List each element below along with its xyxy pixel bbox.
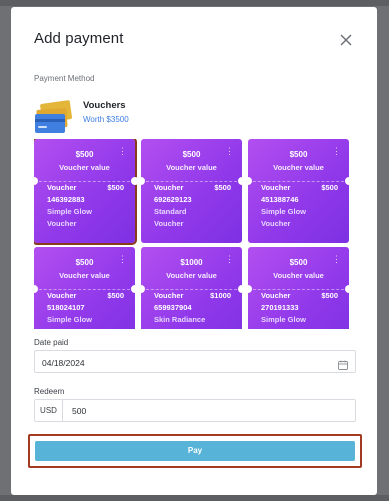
voucher-code: 659937904 — [154, 303, 192, 312]
voucher-name: Simple Glow — [47, 315, 93, 324]
voucher-name: Simple Glow — [261, 207, 307, 216]
voucher-code: 146392883 — [47, 195, 85, 204]
voucher-grid: ⋮ $500 Voucher value Voucher $500 146392883 Si… — [34, 139, 354, 329]
voucher-caption: Voucher value — [59, 163, 110, 172]
voucher-caption: Voucher value — [166, 163, 217, 172]
voucher-code: 270191333 — [261, 303, 299, 312]
method-worth: Worth $3500 — [83, 115, 129, 124]
backdrop-top-bar — [0, 0, 389, 6]
voucher-amount: $500 — [289, 258, 308, 267]
voucher-amount: $1000 — [180, 258, 203, 267]
voucher-amount: $500 — [75, 150, 94, 159]
calendar-icon[interactable] — [338, 357, 348, 370]
method-name: Vouchers — [83, 100, 126, 111]
voucher-notch-right — [345, 177, 353, 185]
voucher-card[interactable]: ⋮ $500 Voucher value Voucher $500 518024107 Si… — [34, 247, 139, 329]
voucher-type: Voucher — [47, 219, 77, 228]
pay-button[interactable]: Pay — [35, 441, 355, 461]
pay-button-highlight: Pay — [28, 434, 362, 468]
add-payment-modal: Add payment Payment Method Vouchers Wort… — [11, 7, 377, 495]
voucher-divider — [248, 181, 349, 182]
voucher-name: Skin Radiance — [154, 315, 206, 324]
voucher-caption: Voucher value — [166, 271, 217, 280]
voucher-code: 451388746 — [261, 195, 299, 204]
voucher-label: Voucher — [154, 183, 184, 192]
voucher-label: Voucher — [47, 291, 77, 300]
voucher-card[interactable]: ⋮ $1000 Voucher value Voucher $1000 659937904… — [137, 247, 246, 329]
voucher-name: Simple Glow — [47, 207, 93, 216]
voucher-name: Simple Glow — [261, 315, 307, 324]
payment-method-vouchers[interactable]: Vouchers Worth $3500 — [34, 99, 354, 139]
voucher-label: Voucher — [261, 183, 291, 192]
redeem-label: Redeem — [34, 387, 65, 396]
voucher-divider — [141, 289, 242, 290]
voucher-name: Standard — [154, 207, 187, 216]
voucher-label: Voucher — [154, 291, 184, 300]
voucher-card[interactable]: ⋮ $500 Voucher value Voucher $500 270191333 Si… — [244, 247, 353, 329]
voucher-caption: Voucher value — [273, 271, 324, 280]
cards-icon — [34, 99, 72, 135]
voucher-right-amount: $500 — [214, 183, 231, 192]
voucher-divider — [248, 289, 349, 290]
date-paid-input[interactable]: 04/18/2024 — [34, 350, 356, 373]
voucher-right-amount: $500 — [321, 291, 338, 300]
voucher-notch-left — [244, 285, 252, 293]
voucher-card[interactable]: ⋮ $500 Voucher value Voucher $500 146392883 Si… — [34, 139, 139, 245]
payment-method-label: Payment Method — [34, 74, 95, 83]
voucher-notch-left — [137, 177, 145, 185]
voucher-card[interactable]: ⋮ $500 Voucher value Voucher $500 692629123 St… — [137, 139, 246, 243]
voucher-notch-right — [345, 285, 353, 293]
currency-addon: USD — [35, 400, 63, 421]
voucher-notch-left — [244, 177, 252, 185]
voucher-right-amount: $500 — [321, 183, 338, 192]
redeem-amount: 500 — [72, 406, 87, 416]
voucher-divider — [141, 181, 242, 182]
voucher-amount: $500 — [289, 150, 308, 159]
voucher-card[interactable]: ⋮ $500 Voucher value Voucher $500 451388746 Si… — [244, 139, 353, 243]
voucher-amount: $500 — [75, 258, 94, 267]
date-paid-value: 04/18/2024 — [42, 358, 85, 368]
voucher-caption: Voucher value — [273, 163, 324, 172]
date-paid-label: Date paid — [34, 338, 69, 347]
close-icon[interactable] — [338, 32, 354, 48]
voucher-right-amount: $1000 — [210, 291, 231, 300]
voucher-label: Voucher — [47, 183, 77, 192]
voucher-notch-left — [34, 177, 38, 185]
backdrop-bottom-bar — [0, 495, 389, 501]
voucher-code: 518024107 — [47, 303, 85, 312]
voucher-divider — [34, 289, 135, 290]
modal-title: Add payment — [34, 30, 124, 47]
voucher-amount: $500 — [182, 150, 201, 159]
voucher-notch-left — [137, 285, 145, 293]
voucher-notch-left — [34, 285, 38, 293]
voucher-type: Voucher — [261, 219, 291, 228]
voucher-right-amount: $500 — [107, 183, 124, 192]
voucher-code: 692629123 — [154, 195, 192, 204]
voucher-label: Voucher — [261, 291, 291, 300]
voucher-type: Voucher — [154, 219, 184, 228]
voucher-divider — [34, 181, 135, 182]
redeem-input[interactable]: USD 500 — [34, 399, 356, 422]
voucher-caption: Voucher value — [59, 271, 110, 280]
voucher-right-amount: $500 — [107, 291, 124, 300]
